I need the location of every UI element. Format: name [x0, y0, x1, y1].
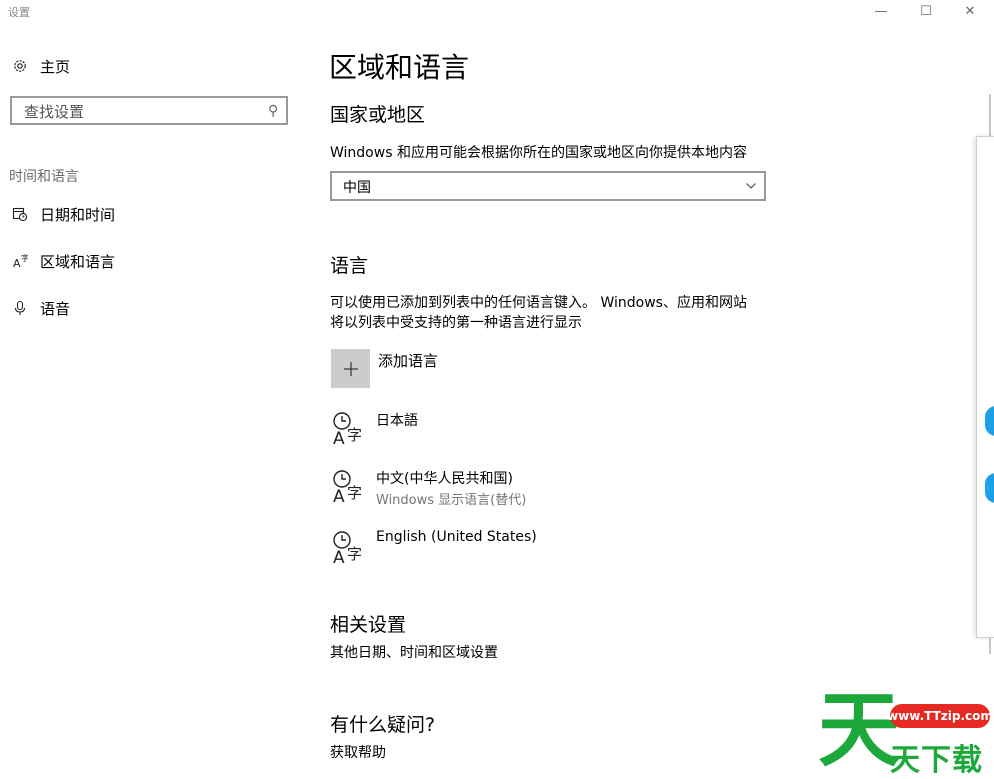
- other-date-time-region-link[interactable]: 其他日期、时间和区域设置: [330, 642, 498, 662]
- language-description-line1: 可以使用已添加到列表中的任何语言键入。 Windows、应用和网站: [330, 295, 747, 311]
- search-input[interactable]: [22, 101, 256, 123]
- svg-text:字: 字: [347, 484, 362, 502]
- watermark-text: 天下载: [890, 743, 983, 778]
- language-item-name[interactable]: English (United States): [376, 529, 537, 545]
- language-item-sub: Windows 显示语言(替代): [376, 493, 527, 508]
- search-icon[interactable]: ⚲: [268, 103, 278, 119]
- sidebar-item-label: 区域和语言: [40, 252, 116, 271]
- language-icon: A字: [10, 253, 30, 269]
- svg-text:字: 字: [21, 253, 28, 263]
- svg-text:A: A: [333, 429, 345, 449]
- svg-text:A: A: [13, 257, 21, 269]
- svg-text:字: 字: [347, 545, 362, 563]
- floating-blue-button[interactable]: [985, 406, 994, 436]
- close-button[interactable]: ✕: [948, 0, 992, 22]
- sidebar-item-speech[interactable]: 语音: [0, 289, 300, 327]
- minimize-button[interactable]: —: [859, 0, 903, 22]
- add-language-label[interactable]: 添加语言: [378, 350, 438, 371]
- maximize-button[interactable]: ☐: [904, 0, 948, 22]
- microphone-icon: [10, 300, 30, 316]
- country-description: Windows 和应用可能会根据你所在的国家或地区向你提供本地内容: [330, 145, 747, 161]
- add-language-button[interactable]: [331, 349, 370, 388]
- related-settings-heading: 相关设置: [330, 614, 407, 636]
- sidebar-home[interactable]: 主页: [0, 47, 300, 85]
- watermark-url: www.TTzip.com: [887, 704, 993, 728]
- sidebar-group-label: 时间和语言: [9, 169, 79, 185]
- help-heading: 有什么疑问?: [330, 714, 436, 736]
- language-pack-icon: A 字: [333, 531, 362, 568]
- country-selected-value: 中国: [343, 180, 371, 196]
- svg-text:字: 字: [347, 426, 362, 444]
- window-title: 设置: [8, 6, 30, 19]
- get-help-link[interactable]: 获取帮助: [330, 742, 386, 762]
- page-title: 区域和语言: [329, 51, 470, 84]
- side-panel: [976, 136, 994, 638]
- sidebar-item-label: 语音: [40, 299, 71, 318]
- country-dropdown[interactable]: 中国: [330, 171, 766, 201]
- gear-icon: [10, 58, 30, 74]
- watermark-logo: 天: [818, 683, 901, 778]
- chevron-down-icon: [746, 183, 756, 189]
- calendar-clock-icon: [10, 206, 30, 222]
- sidebar-item-date-time[interactable]: 日期和时间: [0, 195, 300, 233]
- sidebar-item-label: 日期和时间: [40, 205, 116, 224]
- language-pack-icon: A 字: [333, 470, 362, 507]
- search-box[interactable]: ⚲: [10, 96, 288, 125]
- svg-text:A: A: [333, 487, 345, 507]
- language-description-line2: 将以列表中受支持的第一种语言进行显示: [330, 315, 582, 331]
- country-heading: 国家或地区: [330, 104, 426, 126]
- language-item-name[interactable]: 中文(中华人民共和国): [376, 468, 513, 488]
- sidebar-home-label: 主页: [40, 57, 71, 76]
- language-item-name[interactable]: 日本語: [376, 410, 418, 430]
- floating-blue-button[interactable]: [985, 473, 994, 503]
- language-pack-icon: A 字: [333, 412, 362, 449]
- svg-text:A: A: [333, 548, 345, 568]
- plus-icon: [343, 361, 358, 376]
- sidebar-item-region-language[interactable]: A字 区域和语言: [0, 242, 300, 280]
- language-heading: 语言: [330, 255, 369, 277]
